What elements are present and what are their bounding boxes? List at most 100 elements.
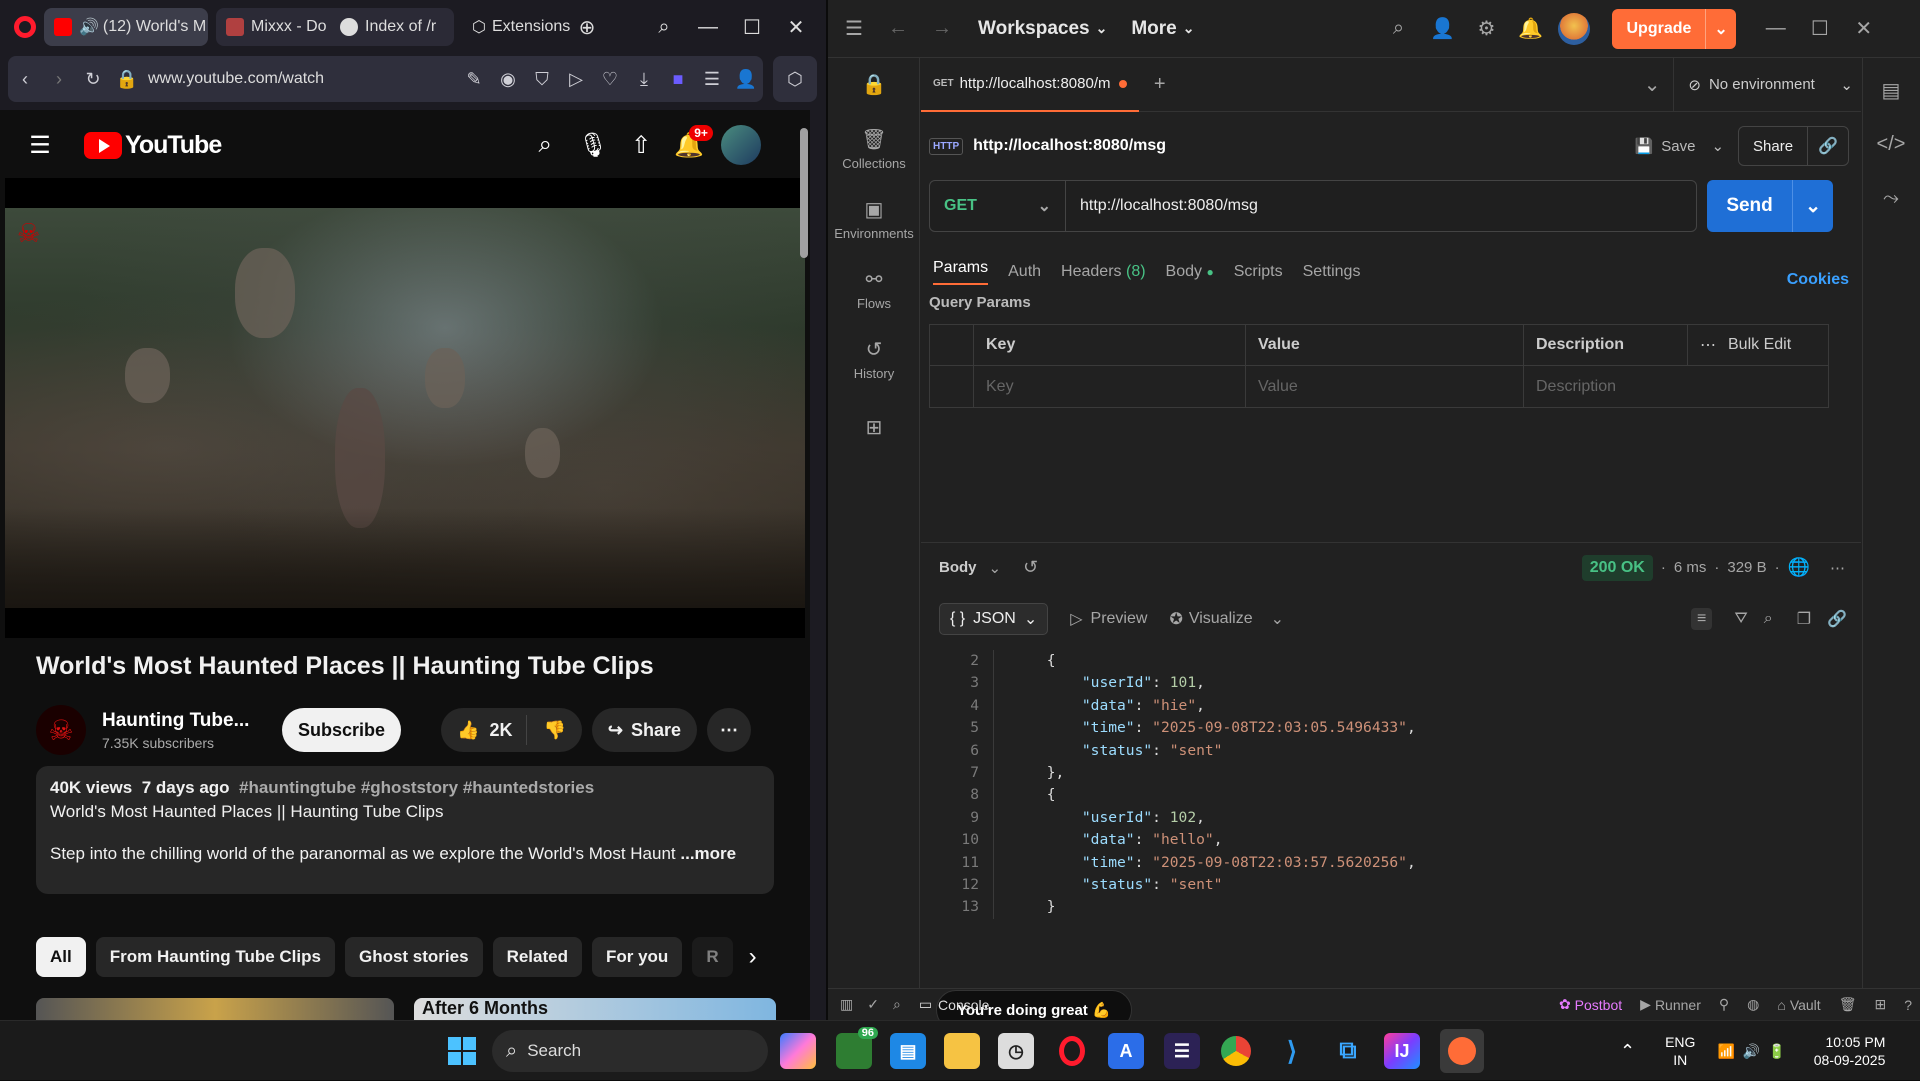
send-button[interactable]: Send ⌄: [1707, 180, 1833, 232]
close-button[interactable]: ✕: [774, 5, 818, 49]
like-button[interactable]: 👍 2K: [441, 715, 528, 745]
related-icon[interactable]: ⤳: [1869, 176, 1913, 220]
tab-mixxx[interactable]: Mixxx - Do: [226, 18, 332, 36]
sidebar-toggle-icon[interactable]: ▥: [840, 996, 853, 1013]
intellij-icon[interactable]: IJ: [1384, 1033, 1420, 1069]
search-icon[interactable]: ⌕: [1764, 610, 1773, 628]
app-store-icon[interactable]: A: [1108, 1033, 1144, 1069]
chevron-down-icon[interactable]: ⌄: [1711, 137, 1724, 155]
bulk-edit-button[interactable]: ⋯ Bulk Edit: [1688, 325, 1803, 365]
runner-button[interactable]: ▶ Runner: [1640, 996, 1701, 1013]
show-more-link[interactable]: ...more: [680, 844, 736, 863]
format-json-dropdown[interactable]: { } JSON ⌄: [939, 603, 1049, 635]
save-button[interactable]: 💾 Save ⌄: [1635, 137, 1724, 156]
taskbar-search[interactable]: ⌕ Search: [492, 1030, 768, 1072]
tab-body[interactable]: Body ●: [1166, 263, 1214, 281]
postman-taskbar-icon[interactable]: [1440, 1029, 1484, 1073]
code-icon[interactable]: </>: [1869, 122, 1913, 166]
more-actions-button[interactable]: ⋯: [707, 708, 752, 752]
url-field[interactable]: www.youtube.com/watch: [148, 70, 327, 88]
chevron-down-icon[interactable]: ⌄: [989, 559, 1002, 577]
camera-icon[interactable]: ◉: [491, 62, 525, 96]
user-avatar[interactable]: [721, 125, 762, 165]
filter-icon[interactable]: ⛛: [1734, 610, 1747, 628]
upload-icon[interactable]: ⇧: [617, 121, 665, 169]
maximize-button[interactable]: ☐: [730, 5, 774, 49]
wifi-icon[interactable]: 📶: [1717, 1043, 1734, 1060]
sidebar-item-history[interactable]: ↺ History: [828, 324, 920, 394]
settings-gear-icon[interactable]: ⚙: [1464, 7, 1508, 51]
cookies-link[interactable]: Cookies: [1787, 271, 1849, 289]
sidebar-item-flows[interactable]: ⚯ Flows: [828, 254, 920, 324]
request-name[interactable]: http://localhost:8080/msg: [973, 137, 1166, 155]
sidebar-item-environments[interactable]: ▣ Environments: [828, 184, 920, 254]
clock-app-icon[interactable]: ◷: [998, 1033, 1034, 1069]
sidebar-cube-icon[interactable]: ⬡: [773, 56, 817, 102]
video-player[interactable]: ☠: [5, 178, 805, 638]
notifications-bell-icon[interactable]: 🔔 9+: [665, 121, 713, 169]
edit-icon[interactable]: ✎: [457, 62, 491, 96]
chip-from-channel[interactable]: From Haunting Tube Clips: [95, 937, 335, 977]
language-indicator[interactable]: ENG IN: [1665, 1033, 1695, 1069]
invite-user-icon[interactable]: 👤: [1420, 7, 1464, 51]
tabs-dropdown-icon[interactable]: ⌄: [1631, 63, 1673, 107]
tab-auth[interactable]: Auth: [1008, 263, 1041, 281]
status-badge[interactable]: 200 OK: [1581, 554, 1653, 581]
share-button[interactable]: Share: [1739, 127, 1809, 165]
search-icon[interactable]: ⌕: [1376, 7, 1420, 51]
back-arrow-icon[interactable]: ←: [876, 7, 920, 51]
copilot-icon[interactable]: [780, 1033, 816, 1069]
virtualbox-icon[interactable]: ⧉: [1330, 1033, 1366, 1069]
opera-logo-icon[interactable]: [14, 16, 36, 38]
cookies-icon[interactable]: ◍: [1747, 996, 1759, 1013]
clock[interactable]: 10:05 PM 08-09-2025: [1814, 1033, 1886, 1069]
row-checkbox[interactable]: [930, 366, 974, 407]
help-icon[interactable]: ?: [1904, 997, 1912, 1013]
tab-extensions[interactable]: ⬡ Extensions: [462, 8, 572, 46]
response-body-code[interactable]: 2 {3 "userId": 101, 4 "data": "hie", 5 "ti…: [921, 650, 1836, 1020]
sidebar-item-collections[interactable]: 🗑 Collections: [828, 114, 920, 184]
tab-settings[interactable]: Settings: [1303, 263, 1361, 281]
link-icon[interactable]: 🔗: [1808, 136, 1848, 156]
share-button[interactable]: ↪ Share: [591, 708, 698, 752]
video-thumbnail[interactable]: After 6 Months: [414, 998, 776, 1020]
chip-related[interactable]: Related: [492, 937, 582, 977]
minimize-button[interactable]: —: [1754, 7, 1798, 51]
upgrade-button[interactable]: Upgrade ⌄: [1612, 8, 1736, 49]
shield-icon[interactable]: ⛉: [525, 62, 559, 96]
history-icon[interactable]: ↺: [1023, 557, 1038, 578]
hamburger-menu-icon[interactable]: ☰: [832, 7, 876, 51]
channel-avatar[interactable]: ☠: [36, 705, 86, 755]
description-input[interactable]: Description: [1524, 366, 1828, 407]
notifications-bell-icon[interactable]: 🔔: [1508, 7, 1552, 51]
request-tab[interactable]: GET http://localhost:8080/m: [921, 58, 1139, 112]
chevron-down-icon[interactable]: ⌄: [1792, 180, 1833, 232]
extension-icon[interactable]: ■: [661, 62, 695, 96]
scrollbar-thumb[interactable]: [800, 128, 808, 258]
back-icon[interactable]: ‹: [8, 62, 42, 96]
link-icon[interactable]: 🔗: [1827, 609, 1847, 629]
chips-next-arrow-icon[interactable]: ›: [749, 943, 757, 971]
page-scrollbar[interactable]: [800, 110, 808, 1020]
youtube-logo[interactable]: YouTube: [84, 131, 222, 160]
chip-truncated[interactable]: R: [692, 937, 733, 977]
value-input[interactable]: Value: [1246, 366, 1524, 407]
chip-for-you[interactable]: For you: [591, 937, 683, 977]
preview-button[interactable]: ▷ Preview: [1070, 609, 1147, 629]
url-input[interactable]: http://localhost:8080/msg: [1066, 197, 1258, 215]
volume-icon[interactable]: 🔊: [1743, 1043, 1760, 1060]
notepad-icon[interactable]: ▤: [890, 1033, 926, 1069]
download-icon[interactable]: ⤓: [627, 62, 661, 96]
environment-selector[interactable]: ⊘ No environment ⌄: [1673, 57, 1861, 112]
capture-icon[interactable]: ⚲: [1719, 996, 1729, 1013]
key-input[interactable]: Key: [974, 366, 1246, 407]
workspaces-menu[interactable]: Workspaces ⌄: [978, 18, 1107, 40]
profile-icon[interactable]: 👤: [729, 62, 763, 96]
search-icon[interactable]: ⌕: [521, 121, 569, 169]
video-thumbnail[interactable]: [36, 998, 394, 1020]
tab-index[interactable]: Index of /r: [340, 18, 436, 36]
file-explorer-icon[interactable]: [944, 1033, 980, 1069]
microphone-icon[interactable]: 🎙: [569, 121, 617, 169]
lock-icon[interactable]: 🔒: [828, 58, 920, 114]
subscribe-button[interactable]: Subscribe: [282, 708, 402, 752]
